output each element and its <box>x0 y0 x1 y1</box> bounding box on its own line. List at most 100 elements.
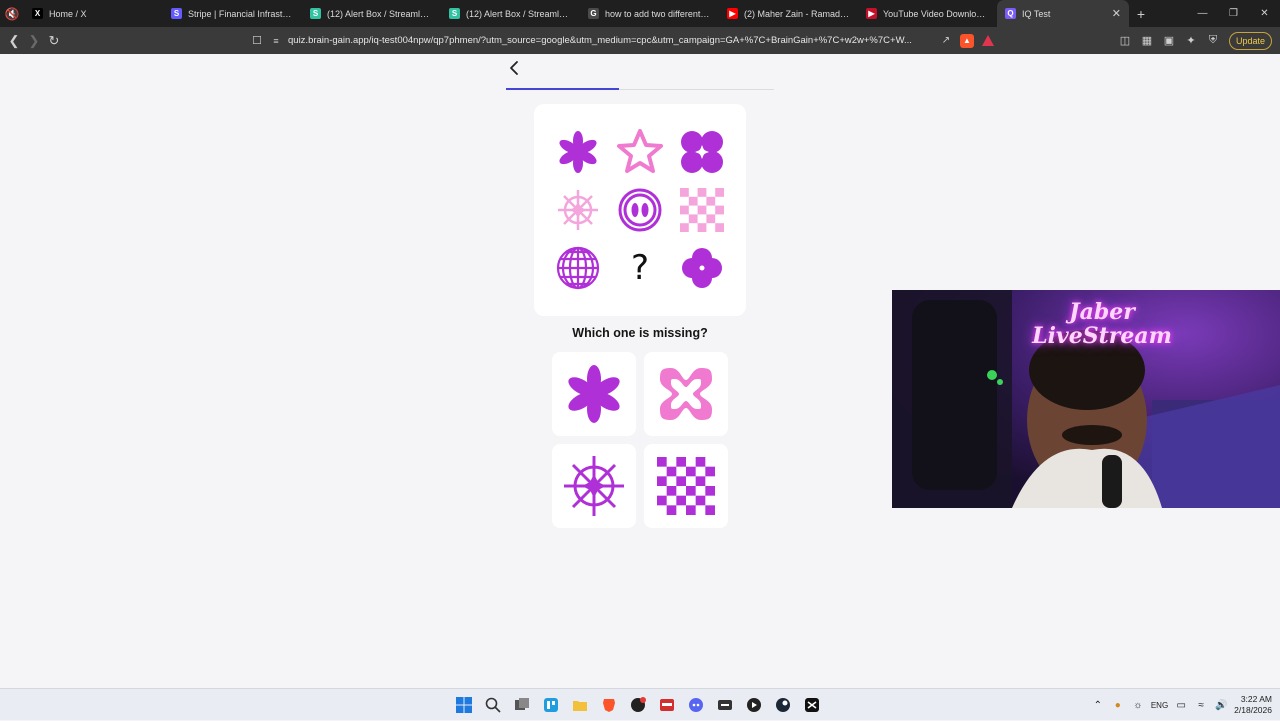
browser-tab[interactable]: S (12) Alert Box / Streamlabs <box>441 0 580 27</box>
new-tab-button[interactable]: + <box>1129 6 1153 22</box>
wifi-icon[interactable]: ≈ <box>1194 700 1208 711</box>
tab-title: Stripe | Financial Infrastructure <box>188 8 294 19</box>
tab-favicon-icon: S <box>449 8 460 19</box>
brave-shields-icon[interactable]: ▲ <box>960 33 974 48</box>
browser-tab-strip: 🔇 X Home / X S Stripe | Financial Infrastru… <box>0 0 1280 27</box>
browser-tab[interactable]: Q IQ Test ✕ <box>997 0 1129 27</box>
tab-title: (2) Maher Zain - Ramadan (Ar <box>744 8 850 19</box>
volume-icon[interactable]: 🔊 <box>1214 700 1228 711</box>
clock-date: 2/18/2026 <box>1234 705 1272 715</box>
steam-icon[interactable] <box>771 693 795 717</box>
checker-square <box>695 476 706 486</box>
leo-ai-icon[interactable]: ✦ <box>1181 34 1201 47</box>
tab-title: IQ Test <box>1022 8 1051 19</box>
checker-square <box>706 214 716 224</box>
vpn-shield-icon[interactable]: ⛨ <box>1203 34 1223 47</box>
checker-square <box>705 505 715 515</box>
checker-square <box>697 205 707 215</box>
chevron-up-icon[interactable]: ⌃ <box>1091 700 1105 711</box>
checker-square <box>680 205 689 215</box>
tab-title: Home / X <box>49 8 87 19</box>
purple-six-petal-flower-icon <box>568 365 620 423</box>
tab-favicon-icon: S <box>171 8 182 19</box>
checker-square <box>705 466 715 477</box>
minimize-icon[interactable]: — <box>1187 0 1218 27</box>
restore-icon[interactable]: ❐ <box>1218 0 1249 27</box>
checker-square <box>697 188 707 197</box>
close-tab-icon[interactable]: ✕ <box>1112 7 1121 20</box>
checker-square <box>657 457 667 467</box>
site-info-icon[interactable]: ≡ <box>268 36 284 46</box>
file-explorer-icon[interactable] <box>568 693 592 717</box>
app-box-icon[interactable] <box>713 693 737 717</box>
checker-square <box>695 457 706 467</box>
wallet-icon[interactable]: ▣ <box>1159 34 1179 47</box>
answer-option-4[interactable] <box>644 444 728 528</box>
reload-icon[interactable]: ↻ <box>44 27 64 54</box>
browser-tab[interactable]: X Home / X <box>24 0 163 27</box>
capcut-editor-icon[interactable] <box>800 693 824 717</box>
browser-tab[interactable]: S (12) Alert Box / Streamlabs <box>302 0 441 27</box>
checker-square <box>657 495 667 506</box>
widgets-icon[interactable] <box>539 693 563 717</box>
brave-browser-icon[interactable] <box>597 693 621 717</box>
answer-option-1[interactable] <box>552 352 636 436</box>
checker-square <box>706 196 716 206</box>
discord-icon[interactable] <box>684 693 708 717</box>
search-icon[interactable] <box>481 693 505 717</box>
browser-tab[interactable]: ▶ (2) Maher Zain - Ramadan (Ar <box>719 0 858 27</box>
purple-checkerboard-icon <box>657 457 715 515</box>
display-icon[interactable]: ▭ <box>1174 700 1188 711</box>
checker-square <box>686 505 696 515</box>
answer-option-2[interactable] <box>644 352 728 436</box>
quiz-progress-bar <box>506 88 774 90</box>
checker-square <box>680 223 689 232</box>
checker-square <box>715 188 724 197</box>
checker-square <box>705 486 715 496</box>
checker-square <box>688 196 698 206</box>
media-player-icon[interactable] <box>742 693 766 717</box>
forward-icon[interactable]: ❯ <box>24 27 44 54</box>
puzzle-grid: ? <box>534 104 746 316</box>
chatgpt-icon[interactable] <box>626 693 650 717</box>
close-window-icon[interactable]: ✕ <box>1249 0 1280 27</box>
quiz-page: ? Which one is missing? Jaber LiveStream <box>0 54 1280 688</box>
clock[interactable]: 3:22 AM 2/18/2026 <box>1234 694 1272 716</box>
reader-icon[interactable]: ▦ <box>1137 34 1157 47</box>
task-view-icon[interactable] <box>510 693 534 717</box>
browser-tab[interactable]: S Stripe | Financial Infrastructure <box>163 0 302 27</box>
update-button[interactable]: Update <box>1228 31 1272 50</box>
checker-square <box>666 505 677 515</box>
question-mark: ? <box>630 248 650 288</box>
pink-checkerboard-icon <box>676 184 728 236</box>
checker-square <box>695 495 706 506</box>
tab-title: (12) Alert Box / Streamlabs <box>466 8 572 19</box>
language-indicator[interactable]: ENG <box>1151 701 1168 710</box>
browser-tab[interactable]: Ghow to add two different dona <box>580 0 719 27</box>
url-text[interactable]: quiz.brain-gain.app/iq-test004npw/qp7phm… <box>284 35 936 46</box>
system-tray: ⌃ ● ☼ ENG ▭ ≈ 🔊 3:22 AM 2/18/2026 <box>1091 689 1272 721</box>
sidebar-icon[interactable]: ◫ <box>1115 34 1135 47</box>
tab-favicon-icon: X <box>32 8 43 19</box>
quiz-back-icon[interactable] <box>508 60 524 80</box>
answer-option-3[interactable] <box>552 444 636 528</box>
tray-app-icon[interactable]: ● <box>1111 700 1125 711</box>
purple-globe-icon <box>552 242 604 294</box>
address-bar[interactable]: ☐ ≡ quiz.brain-gain.app/iq-test004npw/qp… <box>246 30 994 51</box>
checker-square <box>680 188 689 197</box>
neon-sign-text: Jaber LiveStream <box>1032 299 1172 349</box>
share-icon[interactable]: ↗ <box>936 35 956 46</box>
checker-square <box>686 466 696 477</box>
capcut-icon[interactable] <box>655 693 679 717</box>
mute-icon[interactable]: 🔇 <box>0 0 24 27</box>
checker-square <box>666 466 677 477</box>
tab-favicon-icon: S <box>310 8 321 19</box>
brave-rewards-icon[interactable] <box>982 35 994 46</box>
start-icon[interactable] <box>452 693 476 717</box>
back-icon[interactable]: ❮ <box>4 27 24 54</box>
bookmark-icon[interactable]: ☐ <box>246 34 268 47</box>
checker-square <box>686 486 696 496</box>
tray-network-app-icon[interactable]: ☼ <box>1131 700 1145 711</box>
purple-four-circle-clover-icon <box>676 126 728 178</box>
browser-tab[interactable]: ▶ YouTube Video Downloader <box>858 0 997 27</box>
